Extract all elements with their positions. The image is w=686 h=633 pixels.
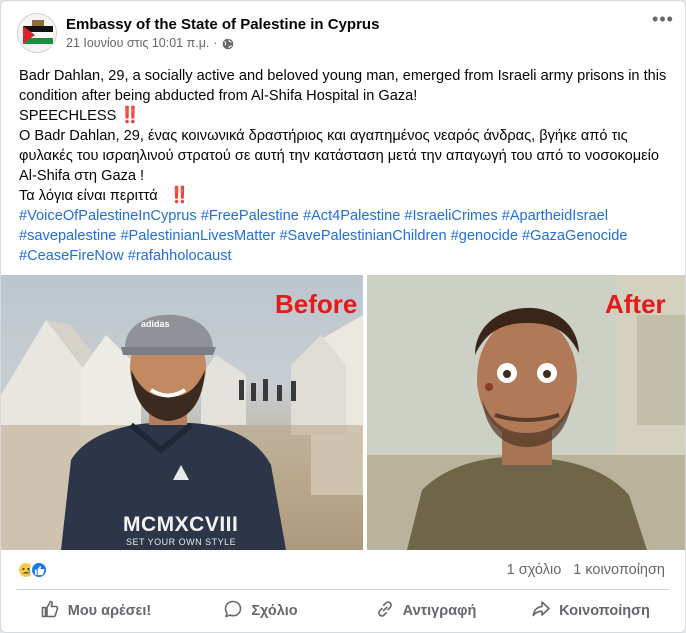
post-photos: Before adidas MCMXCVIII SET YOUR OWN STY… [1,275,685,550]
after-photo[interactable]: After [367,275,685,550]
comment-icon [223,599,243,623]
hashtag-link[interactable]: #Act4Palestine [303,208,400,224]
meta-separator: · [213,36,218,50]
share-button-label: Κοινοποίηση [559,603,650,619]
hashtags: #VoiceOfPalestineInCyprus #FreePalestine… [19,206,669,266]
before-photo[interactable]: Before adidas MCMXCVIII SET YOUR OWN STY… [1,275,363,550]
post-meta: 21 Ιουνίου στις 10:01 π.μ. · [66,34,671,52]
like-button[interactable]: Μου αρέσει! [13,595,178,627]
hashtag-link[interactable]: #VoiceOfPalestineInCyprus [19,208,197,224]
post-timestamp[interactable]: 21 Ιουνίου στις 10:01 π.μ. [66,34,209,52]
double-exclamation-icon: ‼️ [120,107,140,124]
hashtag-link[interactable]: #savepalestine [19,228,116,244]
avatar[interactable] [17,13,57,53]
reactions[interactable] [17,561,48,579]
hashtag-link[interactable]: #GazaGenocide [522,228,627,244]
stat-counts: 1 σχόλιο 1 κοινοποίηση [507,562,665,578]
post-text-greek: Ο Badr Dahlan, 29, ένας κοινωνικά δραστή… [19,128,660,184]
more-icon[interactable]: ••• [651,10,675,29]
cap-logo-text: adidas [141,319,170,329]
speechless-label: SPEECHLESS [19,108,117,124]
globe-icon [222,37,234,50]
after-label: After [605,289,666,319]
double-exclamation-icon: ‼️ [169,187,190,204]
page-name[interactable]: Embassy of the State of Palestine in Cyp… [66,16,671,34]
hashtag-link[interactable]: #CeaseFireNow [19,248,124,264]
comment-button[interactable]: Σχόλιο [178,595,343,627]
hashtag-link[interactable]: #FreePalestine [201,208,299,224]
copy-button-label: Αντιγραφή [402,603,477,619]
hashtag-link[interactable]: #IsraeliCrimes [404,208,497,224]
like-reaction-icon [30,561,48,579]
action-bar: Μου αρέσει! Σχόλιο Αντιγραφή Κοινοποίηση [13,595,673,627]
header-text: Embassy of the State of Palestine in Cyp… [66,13,671,52]
hashtag-link[interactable]: #rafahholocaust [128,248,232,264]
post-text-english: Badr Dahlan, 29, a socially active and b… [19,68,667,104]
post-text-speechless: SPEECHLESS ‼️ [19,106,669,126]
post-header: Embassy of the State of Palestine in Cyp… [17,13,671,57]
divider [17,589,669,590]
comment-button-label: Σχόλιο [251,603,298,619]
hashtag-link[interactable]: #genocide [451,228,518,244]
share-icon [531,599,551,623]
post-card: Embassy of the State of Palestine in Cyp… [0,0,686,633]
hashtag-link[interactable]: #PalestinianLivesMatter [120,228,275,244]
greek-words-label: Τα λόγια είναι περιττά [19,188,158,204]
share-button[interactable]: Κοινοποίηση [508,595,673,627]
shirt-subtext: SET YOUR OWN STYLE [126,537,237,547]
hashtag-link[interactable]: #ApartheidIsrael [502,208,608,224]
comment-count[interactable]: 1 σχόλιο [507,562,562,578]
share-count[interactable]: 1 κοινοποίηση [573,562,665,578]
post-stats: 1 σχόλιο 1 κοινοποίηση [17,557,665,583]
post-text: Badr Dahlan, 29, a socially active and b… [19,66,669,266]
like-button-label: Μου αρέσει! [67,603,152,619]
post-text-greek-words: Τα λόγια είναι περιττά ‼️ [19,186,669,206]
hashtag-link[interactable]: #SavePalestinianChildren [279,228,446,244]
thumbs-up-icon [40,599,60,623]
link-icon [375,599,395,623]
shirt-text: MCMXCVIII [123,513,239,536]
before-label: Before [275,289,358,319]
copy-button[interactable]: Αντιγραφή [343,595,508,627]
